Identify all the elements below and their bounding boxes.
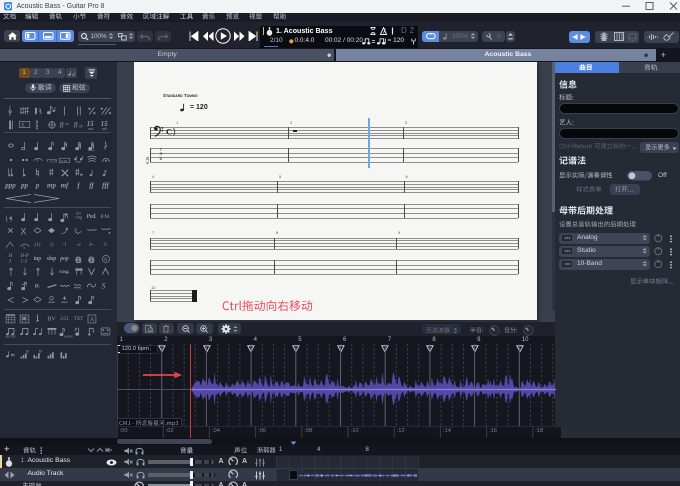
svg-text:A: A	[89, 316, 94, 322]
svg-text:C: C	[166, 127, 172, 137]
svg-text:S: S	[101, 282, 105, 291]
svg-text:ma: ma	[88, 125, 93, 130]
svg-text:8: 8	[73, 120, 77, 129]
svg-text:M: M	[25, 349, 28, 353]
svg-text:6: 6	[103, 256, 106, 262]
svg-text:vb: vb	[78, 123, 82, 128]
svg-text:X.: X.	[20, 122, 26, 128]
svg-text:x: x	[23, 244, 25, 249]
svg-text:8: 8	[59, 120, 63, 129]
svg-text:n:m: n:m	[49, 158, 56, 163]
svg-text:mb: mb	[102, 125, 107, 130]
svg-text:3: 3	[36, 158, 39, 163]
svg-text:va: va	[65, 120, 69, 125]
svg-text:MUTED: MUTED	[6, 334, 16, 338]
svg-text:K.B.: K.B.	[145, 156, 150, 164]
svg-text:x: x	[5, 244, 8, 249]
svg-text:n:m: n:m	[61, 157, 67, 162]
svg-text:M: M	[39, 349, 42, 353]
svg-text:X: X	[20, 226, 26, 236]
